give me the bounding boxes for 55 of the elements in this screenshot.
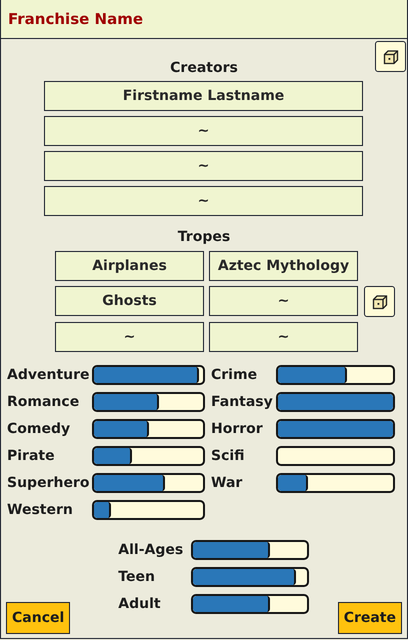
slider[interactable]: [92, 446, 205, 466]
slider-label: Horror: [211, 420, 264, 439]
slider-label: Western: [7, 501, 74, 520]
slider-fill[interactable]: [193, 542, 270, 558]
slider[interactable]: [276, 365, 395, 385]
slider[interactable]: [92, 365, 205, 385]
slider-label: All-Ages: [118, 541, 184, 560]
slider[interactable]: [191, 567, 310, 587]
slider[interactable]: [276, 473, 395, 493]
slider-fill[interactable]: [94, 394, 160, 410]
trope-field[interactable]: ~: [209, 286, 358, 316]
slider-fill[interactable]: [193, 569, 296, 585]
slider[interactable]: [92, 500, 205, 520]
creator-field[interactable]: ~: [44, 186, 363, 216]
name-field[interactable]: Franchise Name: [1, 0, 407, 39]
slider-label: Fantasy: [211, 393, 274, 412]
slider-fill[interactable]: [94, 502, 112, 518]
section-label: Tropes: [176, 229, 232, 246]
slider-fill[interactable]: [94, 475, 165, 491]
slider[interactable]: [92, 419, 205, 439]
trope-field[interactable]: ~: [55, 322, 204, 352]
creator-field[interactable]: ~: [44, 151, 363, 181]
slider-label: Romance: [7, 393, 80, 412]
section-label: Creators: [170, 60, 238, 77]
cancel-button[interactable]: Cancel: [6, 602, 70, 634]
creator-field[interactable]: Firstname Lastname: [44, 81, 363, 111]
trope-field[interactable]: Ghosts: [55, 286, 204, 316]
slider[interactable]: [191, 594, 310, 614]
slider-label: Comedy: [7, 420, 72, 439]
trope-field[interactable]: Aztec Mythology: [209, 251, 358, 281]
slider[interactable]: [92, 392, 205, 412]
slider-label: War: [211, 474, 244, 493]
slider-label: Crime: [211, 366, 258, 385]
slider-fill[interactable]: [193, 596, 270, 612]
slider-fill[interactable]: [94, 367, 199, 383]
slider-fill[interactable]: [278, 367, 347, 383]
dice-button[interactable]: [375, 41, 406, 72]
slider-fill[interactable]: [94, 448, 132, 464]
slider-label: Scifi: [211, 447, 246, 466]
slider-label: Pirate: [7, 447, 56, 466]
trope-field[interactable]: Airplanes: [55, 251, 204, 281]
slider[interactable]: [191, 540, 310, 560]
slider-fill[interactable]: [94, 421, 148, 437]
create-button[interactable]: Create: [338, 602, 402, 634]
cube-icon: [372, 294, 388, 310]
slider-label: Adventure: [7, 366, 91, 385]
slider-fill[interactable]: [278, 475, 308, 491]
cube-icon: [382, 48, 398, 64]
creator-field[interactable]: ~: [44, 116, 363, 146]
dice-button[interactable]: [364, 286, 395, 317]
trope-field[interactable]: ~: [209, 322, 358, 352]
slider-label: Adult: [118, 595, 162, 614]
slider-label: Teen: [118, 568, 156, 587]
slider-label: Superhero: [7, 474, 90, 493]
slider[interactable]: [92, 473, 205, 493]
